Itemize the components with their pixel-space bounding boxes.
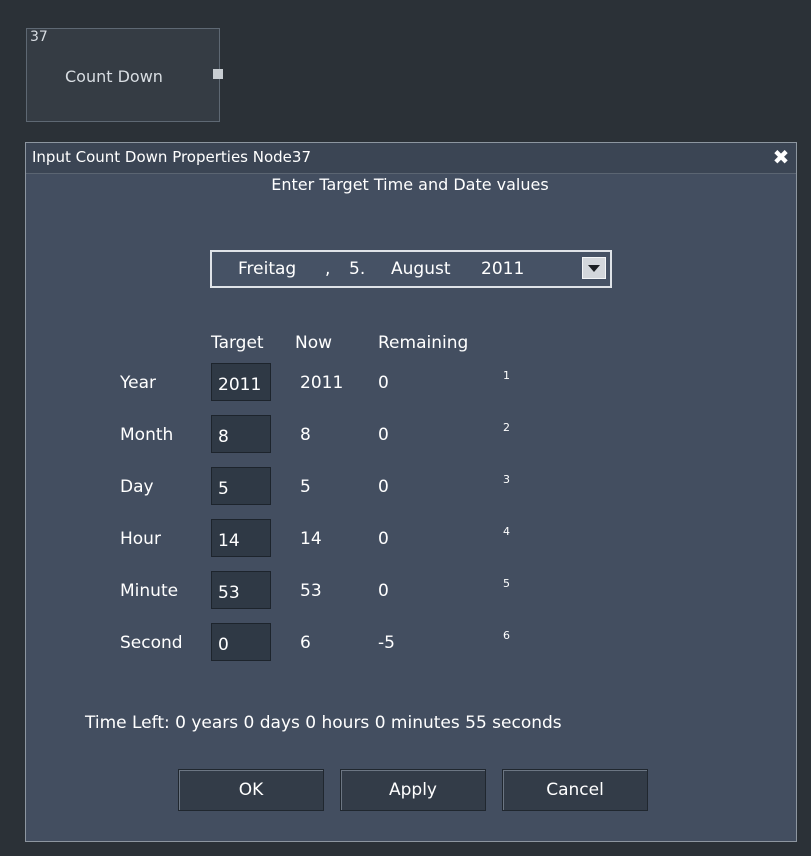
- column-header-target: Target: [211, 333, 264, 353]
- date-year[interactable]: 2011: [481, 259, 524, 279]
- row-label-minute: Minute: [120, 581, 179, 601]
- row-index: 5: [503, 577, 510, 590]
- year-input[interactable]: [211, 363, 271, 401]
- minute-input[interactable]: [211, 571, 271, 609]
- hour-input[interactable]: [211, 519, 271, 557]
- remaining-minute: 0: [378, 581, 389, 601]
- column-header-remaining: Remaining: [378, 333, 469, 353]
- remaining-month: 0: [378, 425, 389, 445]
- now-hour: 14: [300, 529, 322, 549]
- day-input[interactable]: [211, 467, 271, 505]
- now-second: 6: [300, 633, 311, 653]
- now-month: 8: [300, 425, 311, 445]
- date-separator: ,: [325, 259, 331, 279]
- dialog-title: Input Count Down Properties Node37: [32, 148, 312, 166]
- ok-button[interactable]: OK: [178, 769, 324, 811]
- node-title: Count Down: [65, 67, 163, 86]
- month-input[interactable]: [211, 415, 271, 453]
- row-index: 6: [503, 629, 510, 642]
- now-day: 5: [300, 477, 311, 497]
- row-label-day: Day: [120, 477, 154, 497]
- row-index: 3: [503, 473, 510, 486]
- row-label-year: Year: [120, 373, 156, 393]
- row-index: 2: [503, 421, 510, 434]
- date-month[interactable]: August: [391, 259, 451, 279]
- row-index: 1: [503, 369, 510, 382]
- now-minute: 53: [300, 581, 322, 601]
- dialog-heading-text: Enter Target Time and Date values: [271, 175, 549, 194]
- properties-dialog: Input Count Down Properties Node37 ✖ Ent…: [25, 142, 797, 842]
- node-id: 37: [30, 29, 48, 45]
- remaining-day: 0: [378, 477, 389, 497]
- row-index: 4: [503, 525, 510, 538]
- dialog-heading: Enter Target Time and Date values: [26, 175, 796, 194]
- close-icon[interactable]: ✖: [770, 146, 792, 168]
- chevron-down-icon[interactable]: [582, 257, 606, 279]
- row-label-month: Month: [120, 425, 174, 445]
- apply-button[interactable]: Apply: [340, 769, 486, 811]
- node-output-port[interactable]: [213, 69, 223, 79]
- date-weekday[interactable]: Freitag: [238, 259, 296, 279]
- date-picker[interactable]: Freitag , 5. August 2011: [210, 250, 612, 288]
- second-input[interactable]: [211, 623, 271, 661]
- remaining-second: -5: [378, 633, 395, 653]
- dialog-titlebar[interactable]: Input Count Down Properties Node37 ✖: [26, 143, 796, 174]
- remaining-year: 0: [378, 373, 389, 393]
- row-label-second: Second: [120, 633, 183, 653]
- row-label-hour: Hour: [120, 529, 161, 549]
- now-year: 2011: [300, 373, 344, 393]
- date-day[interactable]: 5.: [349, 259, 365, 279]
- count-down-node[interactable]: 37 Count Down: [26, 28, 223, 122]
- cancel-button[interactable]: Cancel: [502, 769, 648, 811]
- remaining-hour: 0: [378, 529, 389, 549]
- time-left-text: Time Left: 0 years 0 days 0 hours 0 minu…: [85, 713, 562, 733]
- column-header-now: Now: [295, 333, 333, 353]
